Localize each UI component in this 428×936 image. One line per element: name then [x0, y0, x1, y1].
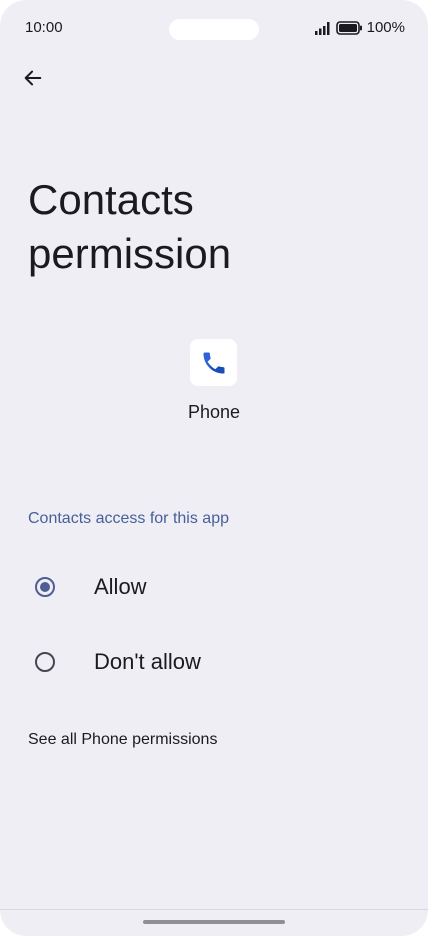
see-all-permissions-link[interactable]: See all Phone permissions [28, 731, 217, 749]
phone-app-icon [190, 339, 237, 386]
arrow-back-icon [22, 67, 44, 94]
dont-allow-label: Don't allow [94, 649, 201, 674]
allow-option[interactable]: Allow [0, 556, 428, 618]
dont-allow-radio[interactable] [35, 652, 55, 672]
status-bar: 10:00 100% [0, 0, 428, 58]
allow-radio[interactable] [35, 577, 55, 597]
status-icons: 100% [314, 19, 405, 36]
permission-screen: 10:00 100% Contacts permission Phone Con… [0, 0, 428, 936]
signal-icon [314, 21, 332, 35]
battery-icon [335, 20, 363, 35]
page-title: Contacts permission [28, 176, 232, 277]
home-indicator[interactable] [143, 920, 285, 924]
allow-label: Allow [94, 574, 147, 599]
battery-percentage: 100% [366, 19, 405, 36]
status-time: 10:00 [25, 19, 63, 36]
dont-allow-option[interactable]: Don't allow [0, 631, 428, 693]
back-button[interactable] [13, 60, 53, 100]
bottom-divider [0, 909, 428, 910]
camera-cutout [169, 19, 259, 40]
app-name: Phone [187, 402, 241, 422]
section-header: Contacts access for this app [28, 510, 229, 527]
